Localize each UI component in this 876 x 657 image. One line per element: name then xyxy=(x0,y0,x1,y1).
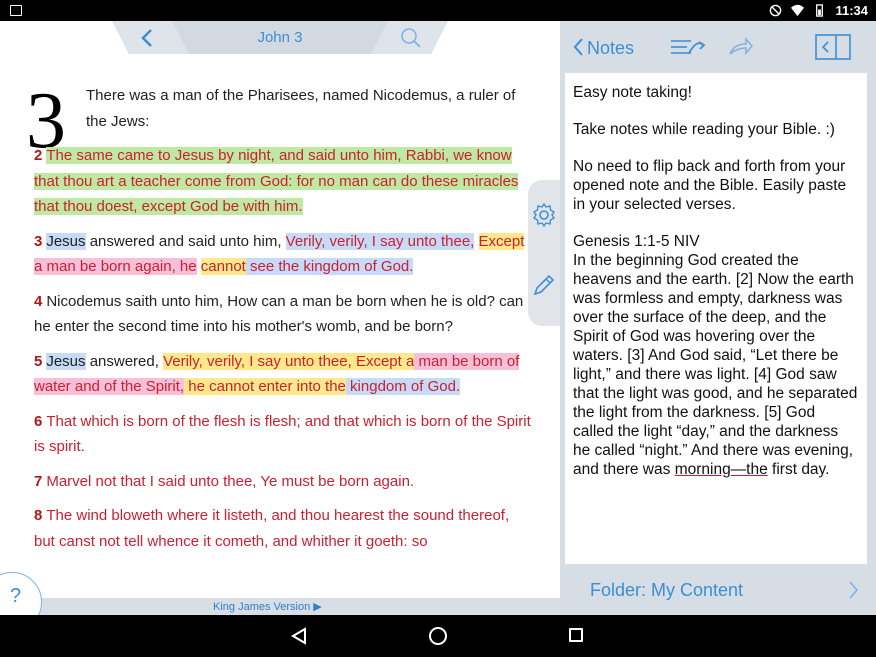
gear-icon[interactable] xyxy=(531,202,557,228)
folder-label: Folder: My Content xyxy=(590,580,744,600)
verse-number: 6 xyxy=(34,412,43,430)
status-bar: 11:34 xyxy=(0,0,876,21)
verse-number: 4 xyxy=(34,292,43,310)
back-chevron-icon[interactable] xyxy=(571,36,585,58)
nav-home-icon[interactable] xyxy=(429,627,447,645)
notes-title[interactable]: Notes xyxy=(587,38,634,59)
verse-4[interactable]: 4 Nicodemus saith unto him, How can a man… xyxy=(34,289,532,340)
wifi-icon xyxy=(791,4,805,17)
search-icon[interactable] xyxy=(400,27,422,49)
verse-text: Nicodemus saith unto him, How can a man … xyxy=(34,292,524,336)
verse-highlight-yellow: cannot xyxy=(200,258,246,275)
pencil-icon[interactable] xyxy=(531,272,557,298)
battery-icon xyxy=(816,4,824,17)
nav-recent-icon[interactable] xyxy=(569,628,583,642)
verse-highlight-blue: Jesus xyxy=(46,352,86,370)
help-icon: ? xyxy=(10,585,22,607)
verse-highlight-blue: Jesus xyxy=(46,232,86,250)
note-paragraph: No need to flip back and forth from your… xyxy=(573,158,847,213)
verse-highlight-blue: see the kingdom of God. xyxy=(245,258,414,275)
status-icons: 11:34 xyxy=(769,3,868,18)
notes-toolbar: Notes xyxy=(560,21,876,73)
status-time: 11:34 xyxy=(835,3,868,18)
verse-number: 2 xyxy=(34,147,43,164)
panel-icon[interactable] xyxy=(814,33,852,61)
verse-text: Marvel not that I said unto thee, Ye mus… xyxy=(46,472,415,490)
verse-3[interactable]: 3 Jesus answered and said unto him, Veril… xyxy=(34,229,532,280)
image-icon xyxy=(10,5,22,16)
verse-list: There was a man of the Pharisees, named … xyxy=(34,83,532,563)
sync-icon[interactable] xyxy=(669,33,707,61)
verse-number: 8 xyxy=(34,507,43,524)
spellcheck-underline: morning—the xyxy=(674,461,768,478)
dnd-icon xyxy=(770,4,782,17)
verse-5[interactable]: 5 Jesus answered, Verily, verily, I say u… xyxy=(34,349,532,400)
back-chevron-icon[interactable] xyxy=(136,26,158,50)
folder-selector[interactable]: Folder: My Content xyxy=(560,576,876,615)
notes-panel: Notes Easy note taking! Take notes while… xyxy=(560,21,876,615)
note-pasted-verses: Genesis 1:1-5 NIV In the beginning God c… xyxy=(573,233,858,478)
verse-text: The same came to Jesus by night, and sai… xyxy=(34,147,519,215)
verse-highlight-yellow: Verily, verily, I say unto thee, Except … xyxy=(163,352,415,370)
verse-highlight-yellow: he cannot enter into the xyxy=(184,378,346,395)
version-selector[interactable]: King James Version ▶ xyxy=(213,600,322,613)
verse-highlight-pink: a man be born again, he xyxy=(34,258,197,275)
verse-text: That which is born of the flesh is flesh… xyxy=(34,412,531,456)
note-paragraph: Take notes while reading your Bible. :) xyxy=(573,121,835,138)
verse-highlight-blue: Verily, verily, I say unto thee, xyxy=(285,232,475,250)
note-verse-reference: Genesis 1:1-5 NIV xyxy=(573,233,700,250)
bible-reader: John 3 3 There was a man of the Pharisee… xyxy=(0,21,560,615)
verse-7[interactable]: 7 Marvel not that I said unto thee, Ye mu… xyxy=(34,469,532,495)
verse-2[interactable]: 2 The same came to Jesus by night, and sa… xyxy=(34,143,532,220)
verse-highlight-yellow: Except xyxy=(478,232,525,250)
verse-1[interactable]: There was a man of the Pharisees, named … xyxy=(34,83,532,134)
system-nav-bar xyxy=(0,615,876,657)
verse-6[interactable]: 6 That which is born of the flesh is fles… xyxy=(34,409,532,460)
verse-number: 5 xyxy=(34,352,43,370)
note-paragraph: Easy note taking! xyxy=(573,84,692,101)
verse-8[interactable]: 8 The wind bloweth where it listeth, and … xyxy=(34,503,532,554)
verse-number: 7 xyxy=(34,472,43,490)
share-icon[interactable] xyxy=(728,36,754,58)
nav-back-icon[interactable] xyxy=(290,627,308,645)
chevron-right-icon xyxy=(849,581,859,599)
verse-text: The wind bloweth where it listeth, and t… xyxy=(34,507,510,550)
note-editor[interactable]: Easy note taking! Take notes while readi… xyxy=(565,73,867,564)
chapter-title[interactable]: John 3 xyxy=(220,29,340,46)
verse-highlight-blue: kingdom of God. xyxy=(345,378,461,395)
verse-number: 3 xyxy=(34,232,43,250)
